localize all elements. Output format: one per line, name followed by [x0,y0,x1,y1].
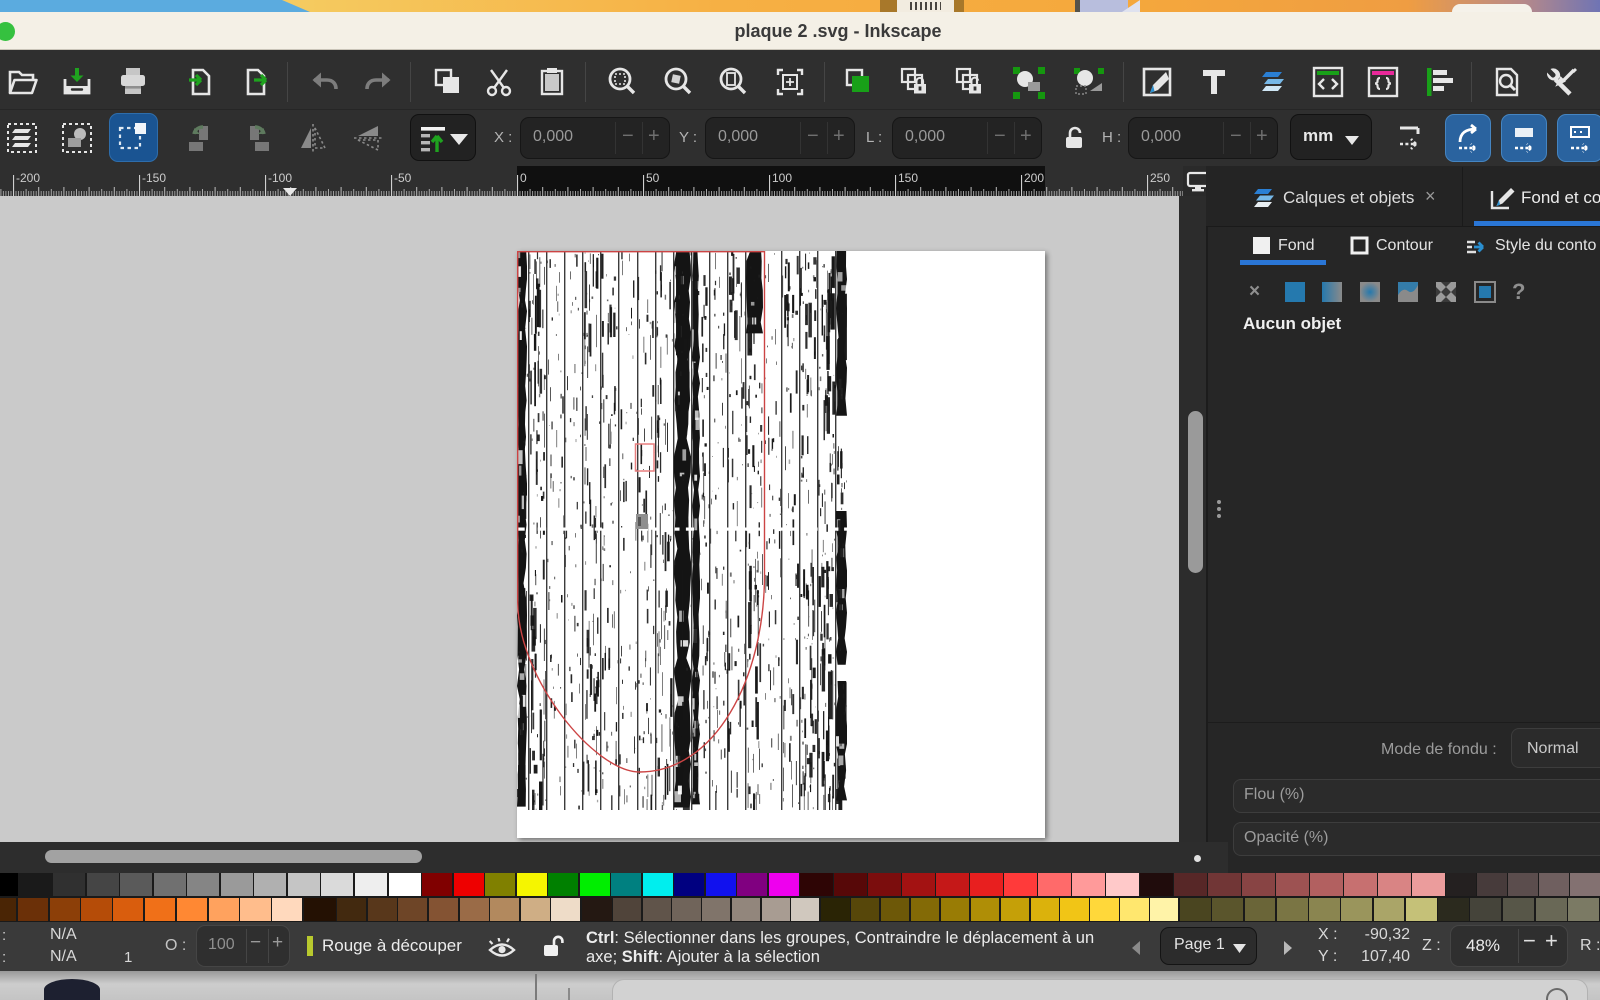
svg-text:50: 50 [646,171,660,185]
svg-text:-150: -150 [142,171,166,185]
svg-text:150: 150 [898,171,918,185]
svg-text:-200: -200 [16,171,40,185]
svg-text:0: 0 [520,171,527,185]
svg-text:-100: -100 [268,171,292,185]
svg-text:200: 200 [1024,171,1044,185]
svg-text:250: 250 [1150,171,1170,185]
svg-text:100: 100 [772,171,792,185]
svg-text:-50: -50 [394,171,412,185]
